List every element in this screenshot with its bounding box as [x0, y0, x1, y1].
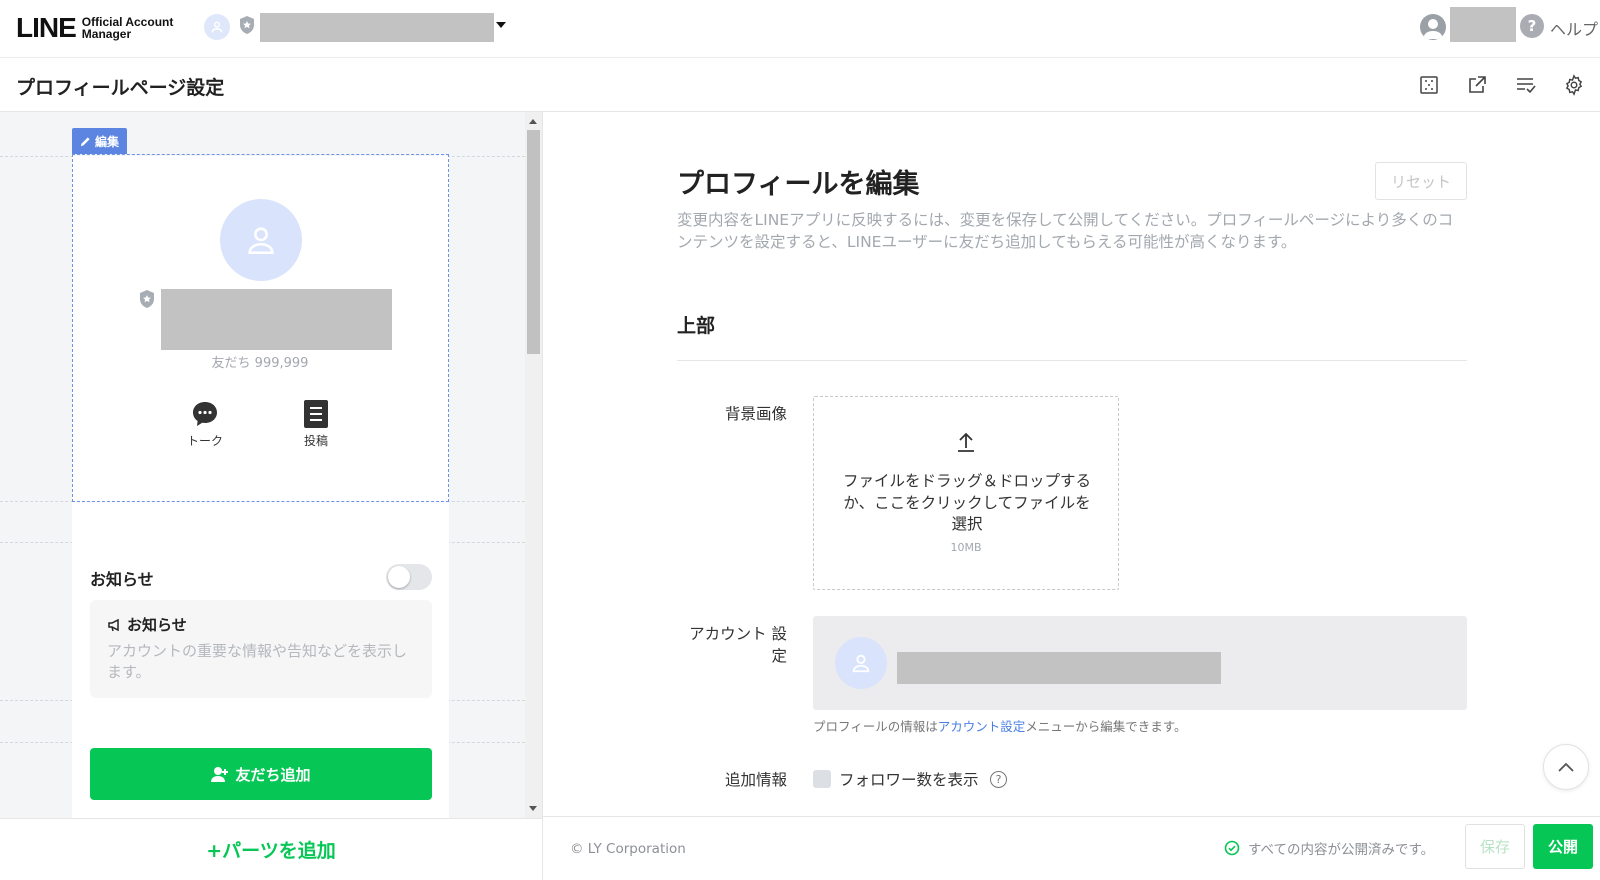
help-icon[interactable]: ?	[1520, 14, 1544, 38]
notice-card-description: アカウントの重要な情報や告知などを表示します。	[107, 642, 408, 681]
edit-tag-label: 編集	[95, 134, 120, 149]
question-help-icon[interactable]: ?	[990, 771, 1007, 788]
show-follower-count-label[interactable]: フォロワー数を表示	[839, 768, 979, 790]
background-image-label: 背景画像	[724, 405, 787, 423]
logo-product-name: Official Account Manager	[82, 16, 174, 40]
save-button[interactable]: 保存	[1465, 824, 1525, 869]
page-title: プロフィールページ設定	[16, 77, 225, 99]
post-list-icon	[302, 400, 330, 428]
logo-wordmark: LINE	[16, 12, 77, 43]
scroll-to-top-button[interactable]	[1543, 744, 1589, 790]
scroll-thumb[interactable]	[527, 130, 540, 354]
form-description: 変更内容をLINEアプリに反映するには、変更を保存して公開してください。プロフィ…	[677, 211, 1454, 251]
add-friend-button[interactable]: 友だち追加	[90, 748, 432, 800]
account-switcher-chevron-down-icon[interactable]	[496, 22, 506, 28]
layout-grid-icon[interactable]	[1416, 72, 1442, 98]
notice-toggle-label: お知らせ	[90, 570, 154, 589]
notice-card-title: お知らせ	[127, 616, 187, 634]
talk-action-label: トーク	[186, 434, 223, 448]
line-oa-manager-logo[interactable]: LINE Official Account Manager	[16, 12, 173, 44]
scroll-down-arrow-icon[interactable]	[529, 806, 537, 811]
post-action[interactable]: 投稿	[286, 400, 346, 449]
talk-action[interactable]: トーク	[175, 400, 235, 449]
publish-status-text: すべての内容が公開済みです。	[1248, 842, 1435, 858]
chat-bubble-icon	[191, 400, 219, 428]
help-link[interactable]: ヘルプ	[1550, 16, 1598, 40]
check-circle-icon	[1224, 840, 1240, 856]
edit-tag[interactable]: 編集	[72, 128, 128, 154]
gear-icon[interactable]	[1561, 72, 1587, 98]
friends-count: 友だち 999,999	[0, 352, 520, 371]
account-avatar-icon[interactable]	[204, 14, 230, 40]
account-settings-panel	[813, 616, 1467, 710]
external-link-icon[interactable]	[1464, 72, 1490, 98]
account-note-suffix: メニューから編集できます。	[1025, 719, 1187, 734]
profile-preview-pane: 編集 友だち 999,999 トーク 投稿 お知らせ お知らせ アカウントの重要…	[0, 112, 532, 818]
user-avatar-icon[interactable]	[1420, 14, 1446, 40]
account-settings-note: プロフィールの情報はアカウント設定メニューから編集できます。	[813, 716, 1187, 735]
copyright: © LY Corporation	[570, 841, 686, 857]
notice-toggle-row: お知らせ	[90, 562, 432, 592]
extra-info-label: 追加情報	[724, 771, 787, 789]
notice-card[interactable]: お知らせ アカウントの重要な情報や告知などを表示します。	[90, 600, 432, 698]
megaphone-icon	[108, 618, 119, 631]
account-note-prefix: プロフィールの情報は	[813, 719, 938, 734]
pane-divider	[542, 112, 543, 880]
show-follower-count-checkbox[interactable]	[813, 770, 831, 788]
checklist-icon[interactable]	[1513, 72, 1539, 98]
account-name-redacted	[897, 652, 1221, 684]
account-settings-link[interactable]: アカウント設定	[938, 719, 1026, 734]
form-title: プロフィールを編集	[677, 169, 920, 200]
publish-button[interactable]: 公開	[1533, 824, 1593, 869]
notice-card-heading: お知らせ	[107, 614, 415, 635]
toggle-knob	[388, 566, 410, 588]
upload-icon	[956, 431, 976, 457]
upload-size-limit: 10MB	[950, 541, 982, 554]
add-parts-button[interactable]: +パーツを追加	[0, 818, 542, 880]
account-avatar-icon	[835, 637, 887, 689]
add-user-icon	[211, 767, 229, 782]
preview-scrollbar[interactable]	[525, 112, 542, 818]
logo-product-line2: Manager	[81, 27, 132, 41]
pencil-icon	[80, 136, 90, 146]
publish-status: すべての内容が公開済みです。	[1224, 838, 1434, 858]
reset-button[interactable]: リセット	[1375, 162, 1467, 200]
notice-toggle[interactable]	[386, 564, 432, 590]
chevron-up-icon	[1558, 762, 1574, 772]
profile-name-redacted	[161, 289, 392, 350]
page-header: プロフィールページ設定	[0, 58, 1600, 112]
friends-count-label: 友だち 999,999	[211, 356, 309, 371]
add-friend-label: 友だち追加	[235, 765, 311, 784]
account-name-redacted[interactable]	[260, 13, 494, 42]
verified-shield-icon	[238, 15, 256, 39]
section-divider	[677, 360, 1467, 361]
profile-avatar-icon	[220, 199, 302, 281]
user-name-redacted[interactable]	[1450, 7, 1516, 42]
post-action-label: 投稿	[303, 434, 328, 448]
upload-instructions: ファイルをドラッグ＆ドロップするか、ここをクリックしてファイルを選択	[842, 472, 1091, 533]
scroll-up-arrow-icon[interactable]	[529, 119, 537, 124]
background-image-upload[interactable]: ファイルをドラッグ＆ドロップするか、ここをクリックしてファイルを選択 10MB	[813, 396, 1119, 590]
account-settings-label: アカウント 設定	[689, 625, 787, 665]
footer-bar: © LY Corporation すべての内容が公開済みです。 保存 公開	[543, 816, 1600, 880]
section-top-title: 上部	[677, 315, 716, 337]
top-bar: LINE Official Account Manager ? ヘルプ	[0, 0, 1600, 58]
verified-shield-icon	[138, 289, 156, 313]
